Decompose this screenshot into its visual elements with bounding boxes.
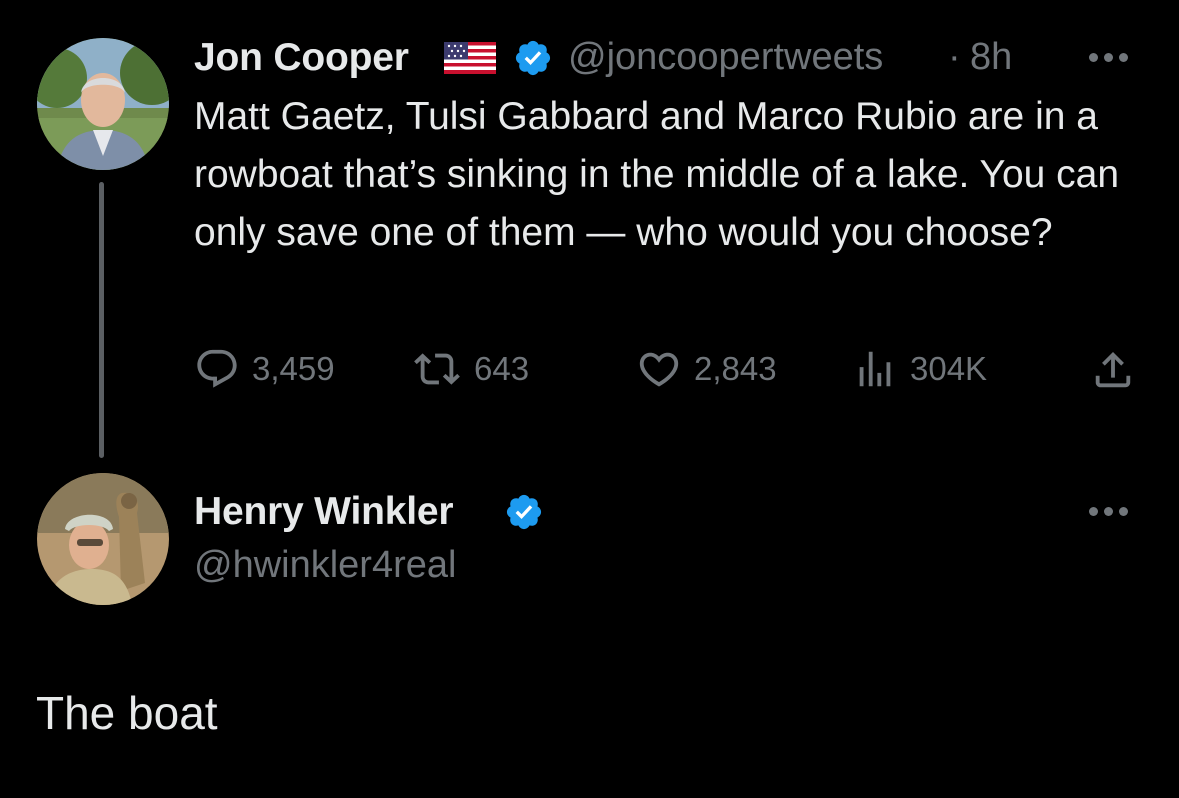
views-icon xyxy=(859,351,891,387)
reply-text: The boat xyxy=(36,687,218,739)
views-count: 304K xyxy=(910,350,988,387)
views-button[interactable]: 304K xyxy=(852,344,987,394)
reply-more-icon[interactable] xyxy=(1086,502,1136,522)
reply-icon xyxy=(197,349,237,388)
reply-author-handle[interactable]: @hwinkler4real xyxy=(194,544,456,587)
repost-count: 643 xyxy=(474,350,530,387)
avatar-jon-cooper[interactable] xyxy=(37,38,169,170)
like-count: 2,843 xyxy=(694,350,777,387)
flag-us-icon xyxy=(444,42,496,74)
more-icon[interactable] xyxy=(1086,48,1136,68)
author-name[interactable]: Jon Cooper xyxy=(194,36,409,80)
verified-badge-icon xyxy=(504,492,544,532)
repost-icon xyxy=(414,353,460,385)
repost-button[interactable]: 643 xyxy=(412,344,529,394)
reply-count: 3,459 xyxy=(252,350,335,387)
tweet-text: Matt Gaetz, Tulsi Gabbard and Marco Rubi… xyxy=(194,95,1130,254)
reply-button[interactable]: 3,459 xyxy=(194,344,335,394)
reply-author-name[interactable]: Henry Winkler xyxy=(194,490,454,534)
avatar-henry-winkler[interactable] xyxy=(37,473,169,605)
share-icon[interactable] xyxy=(1090,347,1136,393)
thread-line xyxy=(99,182,104,458)
like-icon xyxy=(639,352,679,387)
separator-dot: · xyxy=(948,36,961,78)
verified-badge-icon xyxy=(513,38,553,78)
author-handle[interactable]: @joncoopertweets xyxy=(568,36,883,79)
like-button[interactable]: 2,843 xyxy=(636,344,777,394)
tweet-time[interactable]: 8h xyxy=(970,36,1012,79)
